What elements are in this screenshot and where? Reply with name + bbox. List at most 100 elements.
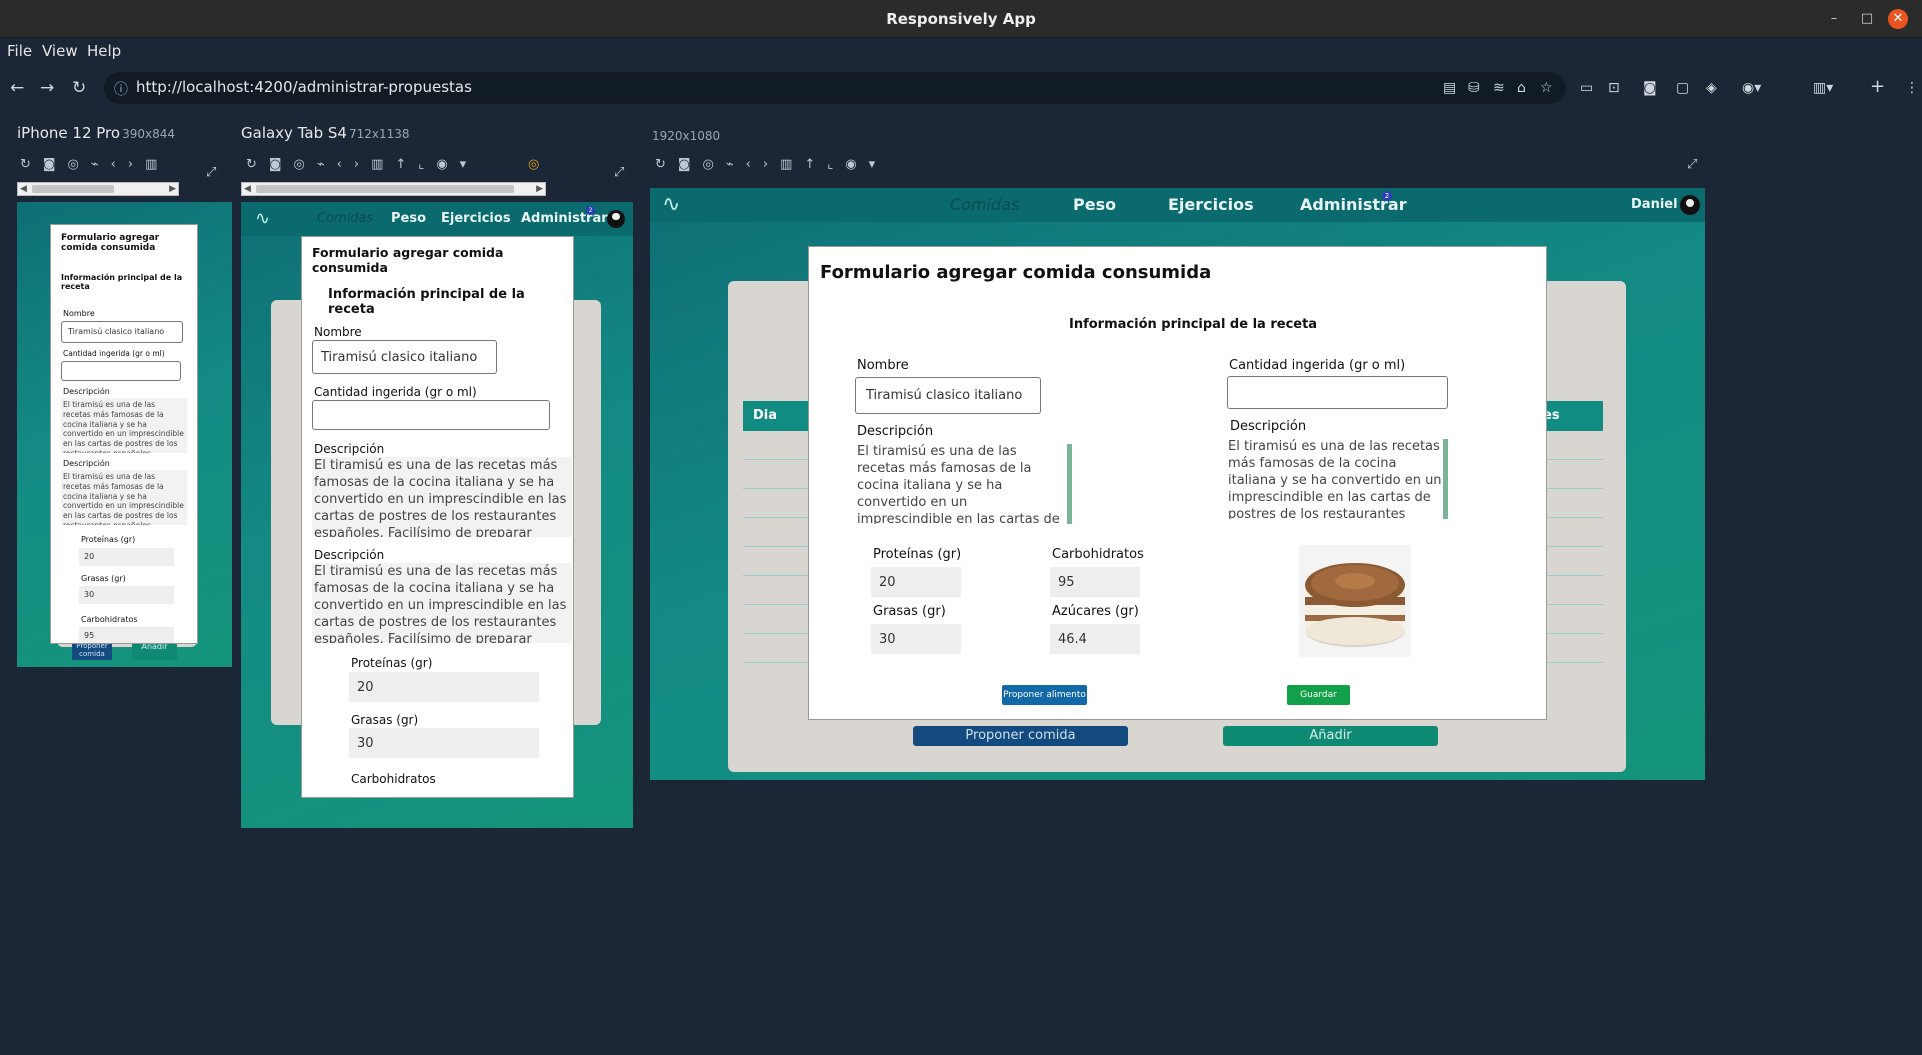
- carbohidratos-input[interactable]: 95: [1050, 567, 1140, 597]
- proteinas-input[interactable]: 20: [871, 567, 961, 597]
- avatar[interactable]: [1680, 195, 1700, 215]
- tiramisu-image: [1299, 545, 1411, 657]
- carbohidratos-input[interactable]: 95: [79, 627, 174, 643]
- back-icon[interactable]: ←: [10, 78, 24, 98]
- iphone-form-modal: Formulario agregar comida consumida Info…: [50, 224, 198, 644]
- eye-off-icon[interactable]: ◉▾: [1742, 80, 1761, 96]
- descripcion-label: Descripción: [314, 442, 385, 456]
- chrome-icon[interactable]: ◎: [528, 157, 539, 172]
- layers-icon[interactable]: ◈: [1706, 80, 1717, 96]
- user-name[interactable]: Daniel: [1631, 197, 1678, 212]
- cantidad-input[interactable]: [312, 400, 550, 430]
- inspect-icon[interactable]: ⊡: [1608, 80, 1620, 96]
- nav-badge: 2: [1382, 191, 1392, 201]
- descripcion-text[interactable]: El tiramisú es una de las recetas más fa…: [61, 398, 187, 453]
- reload-icon[interactable]: ↻: [72, 78, 86, 98]
- preview-layout-icon[interactable]: ▥▾: [1813, 80, 1833, 96]
- cantidad-label: Cantidad ingerida (gr o ml): [1229, 358, 1406, 373]
- descripcion-text-2[interactable]: El tiramisú es una de las recetas más fa…: [1227, 439, 1448, 519]
- nav-comidas[interactable]: Comidas: [317, 211, 373, 226]
- forward-icon[interactable]: →: [40, 78, 54, 98]
- table-col-dia: Dia: [753, 408, 778, 423]
- form-subtitle: Información principal de la receta: [1069, 317, 1318, 332]
- desktop-toolbar[interactable]: ↻◙◎⌁‹›▥↑⌞◉▾: [655, 157, 887, 172]
- app-logo-icon[interactable]: ∿: [255, 208, 270, 229]
- grasas-label: Grasas (gr): [873, 604, 946, 619]
- grasas-input[interactable]: 30: [871, 624, 961, 654]
- galaxy-app-nav: ∿ Comidas Peso Ejercicios Administrar 2: [241, 202, 633, 236]
- star-icon[interactable]: ☆: [1540, 80, 1553, 96]
- app-logo-icon[interactable]: ∿: [662, 192, 680, 217]
- home-icon[interactable]: ⌂: [1517, 80, 1526, 96]
- menu-view[interactable]: View: [42, 42, 78, 60]
- nombre-label: Nombre: [857, 358, 909, 373]
- nav-peso[interactable]: Peso: [1073, 195, 1116, 214]
- add-icon[interactable]: +: [1870, 78, 1885, 96]
- cantidad-label: Cantidad ingerida (gr o ml): [314, 385, 477, 399]
- menu-file[interactable]: File: [7, 42, 32, 60]
- iphone-anadir-button[interactable]: Añadir: [132, 642, 177, 660]
- descripcion-text-2[interactable]: El tiramisú es una de las recetas más fa…: [61, 470, 187, 525]
- proteinas-input[interactable]: 20: [79, 548, 174, 566]
- grasas-label: Grasas (gr): [351, 713, 419, 727]
- cantidad-input[interactable]: [61, 361, 181, 381]
- nombre-input[interactable]: Tiramisú clasico italiano: [855, 377, 1041, 414]
- iphone-scrollbar[interactable]: ◀ ▶: [17, 182, 179, 196]
- nav-ejercicios[interactable]: Ejercicios: [1168, 195, 1254, 214]
- minimize-icon[interactable]: –: [1824, 9, 1844, 29]
- proponer-alimento-button[interactable]: Proponer alimento: [1002, 685, 1087, 705]
- descripcion-label-2: Descripción: [1230, 419, 1307, 434]
- iphone-proponer-button[interactable]: Proponer comida: [72, 642, 112, 660]
- desktop-viewport: ∿ Comidas Peso Ejercicios Administrar 2 …: [650, 188, 1705, 780]
- descripcion-label-2: Descripción: [63, 459, 110, 468]
- grasas-input[interactable]: 30: [79, 586, 174, 604]
- iphone-viewport: Proponer comida Añadir Formulario agrega…: [17, 202, 232, 667]
- device-label-galaxy: Galaxy Tab S4 712x1138: [241, 124, 410, 142]
- camera-icon[interactable]: ◙: [1643, 80, 1657, 96]
- nombre-input[interactable]: Tiramisú clasico italiano: [61, 321, 183, 343]
- nombre-input[interactable]: Tiramisú clasico italiano: [312, 340, 497, 374]
- iphone-toolbar[interactable]: ↻◙◎⌁‹›▥: [20, 157, 169, 172]
- nav-ejercicios[interactable]: Ejercicios: [441, 211, 511, 226]
- desktop-fullscreen-icon[interactable]: ⤢: [1687, 157, 1697, 172]
- carbohidratos-label: Carbohidratos: [1052, 547, 1144, 562]
- cantidad-input[interactable]: [1227, 376, 1448, 409]
- maximize-icon[interactable]: □: [1857, 9, 1877, 29]
- nav-peso[interactable]: Peso: [391, 211, 426, 226]
- azucares-input[interactable]: 46.4: [1050, 624, 1140, 654]
- url-text[interactable]: http://localhost:4200/administrar-propue…: [136, 78, 472, 96]
- network-icon[interactable]: ⛁: [1468, 80, 1480, 96]
- proteinas-label: Proteínas (gr): [873, 547, 962, 562]
- proteinas-input[interactable]: 20: [349, 672, 539, 702]
- grasas-input[interactable]: 30: [349, 728, 539, 758]
- galaxy-viewport: ∿ Comidas Peso Ejercicios Administrar 2 …: [241, 202, 633, 828]
- device-icon[interactable]: ▤: [1443, 80, 1456, 96]
- nav-comidas[interactable]: Comidas: [950, 195, 1019, 214]
- form-title: Formulario agregar comida consumida: [820, 262, 1212, 283]
- layout-icon[interactable]: ▭: [1580, 80, 1593, 96]
- galaxy-fullscreen-icon[interactable]: ⤢: [614, 165, 624, 180]
- descripcion-text[interactable]: El tiramisú es una de las recetas más fa…: [312, 457, 572, 537]
- descripcion-text-2[interactable]: El tiramisú es una de las recetas más fa…: [312, 563, 572, 643]
- carbohidratos-label: Carbohidratos: [81, 615, 138, 624]
- nav-badge: 2: [586, 206, 595, 215]
- galaxy-scrollbar[interactable]: ◀ ▶: [241, 182, 546, 196]
- menu-help[interactable]: Help: [87, 42, 121, 60]
- descripcion-label: Descripción: [857, 424, 934, 439]
- document-icon[interactable]: ▢: [1676, 80, 1689, 96]
- guardar-button[interactable]: Guardar: [1287, 685, 1350, 705]
- wifi-icon[interactable]: ≋: [1493, 80, 1505, 96]
- galaxy-toolbar[interactable]: ↻◙◎⌁‹›▥↑⌞◉▾: [246, 157, 478, 172]
- nombre-label: Nombre: [63, 309, 95, 318]
- form-title: Formulario agregar comida consumida: [61, 233, 160, 253]
- avatar[interactable]: [607, 210, 625, 228]
- descripcion-text[interactable]: El tiramisú es una de las recetas más fa…: [856, 444, 1072, 524]
- iphone-fullscreen-icon[interactable]: ⤢: [206, 165, 216, 180]
- device-label-desktop: 1920x1080: [652, 129, 721, 143]
- nav-administrar[interactable]: Administrar: [521, 211, 608, 226]
- window-titlebar: Responsively App – □ ✕: [0, 0, 1922, 38]
- more-icon[interactable]: ⋮: [1905, 80, 1919, 96]
- close-icon[interactable]: ✕: [1888, 9, 1908, 29]
- proponer-comida-button[interactable]: Proponer comida: [913, 726, 1128, 746]
- anadir-button[interactable]: Añadir: [1223, 726, 1438, 746]
